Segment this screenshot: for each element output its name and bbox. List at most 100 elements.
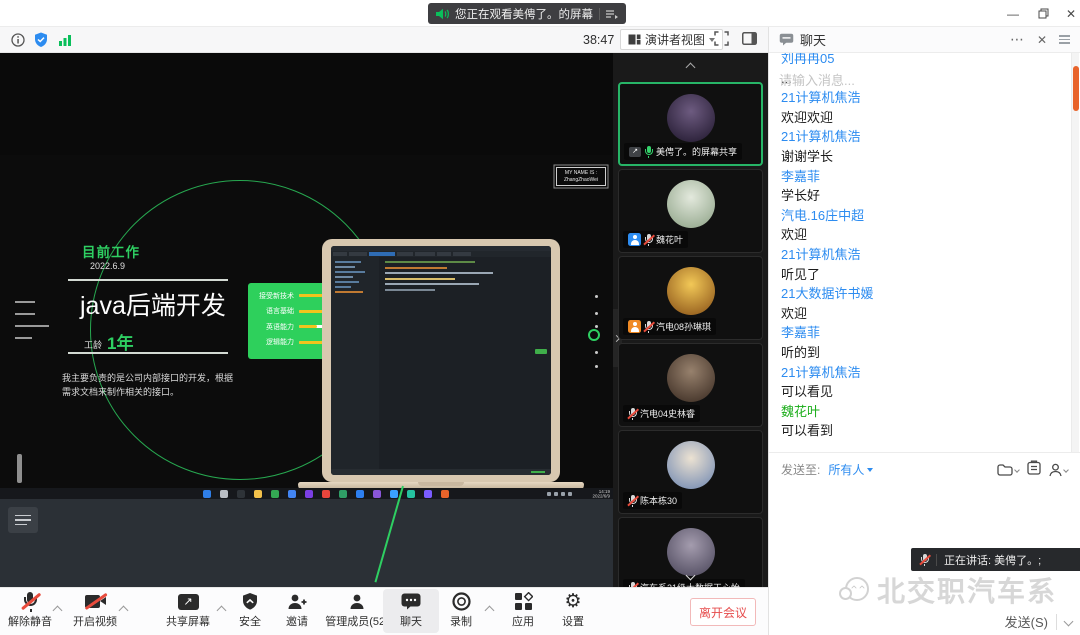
participant-name: 汽电04史林睿 — [640, 407, 695, 420]
remote-app-icon — [254, 490, 262, 498]
view-mode-select[interactable]: 演讲者视图 — [620, 29, 723, 50]
info-icon — [11, 33, 25, 47]
gear-icon: ⚙ — [564, 592, 581, 611]
chat-message: 魏花叶 可以看到 — [781, 402, 1069, 441]
remote-app-icon — [356, 490, 364, 498]
chevron-down-icon — [1063, 467, 1069, 473]
ide-screenshot — [331, 246, 551, 475]
remote-app-icon — [373, 490, 381, 498]
send-button[interactable]: 发送(S) — [1005, 612, 1048, 631]
send-options-chevron[interactable] — [1064, 617, 1074, 627]
chat-message: 21计算机焦浩 谢谢学长 — [781, 127, 1069, 166]
message-sender: 李嘉菲 — [781, 323, 1069, 343]
layout-toggle-button[interactable] — [742, 32, 757, 50]
chat-menu-icon[interactable] — [1059, 33, 1070, 46]
chat-close-button[interactable]: ✕ — [1037, 33, 1047, 47]
chat-message-list[interactable]: 刘冉冉05 ... 21计算机焦浩 欢迎欢迎 21计算机焦浩 谢谢学长 — [769, 53, 1069, 452]
slide-deco-line — [15, 337, 32, 339]
remote-taskbar: 14:19 2022/6/9 — [0, 488, 613, 499]
private-chat-button[interactable] — [1049, 463, 1068, 477]
remote-app-icon — [407, 490, 415, 498]
message-sender: 刘冉冉05 — [781, 53, 1069, 69]
chat-scrollbar-track[interactable] — [1071, 53, 1079, 452]
chat-button[interactable]: 聊天 — [383, 589, 439, 633]
message-sender: 21计算机焦浩 — [781, 88, 1069, 108]
slide-list-button[interactable] — [8, 507, 38, 533]
scroll-participants-down-button[interactable] — [671, 568, 711, 582]
participant-tile[interactable]: 汽电08孙琳琪 — [618, 256, 763, 340]
mic-muted-icon — [644, 321, 653, 333]
slide-scrollbar — [17, 454, 22, 483]
slide-nav-dot — [595, 365, 598, 368]
person-icon — [1049, 463, 1062, 477]
share-screen-button[interactable]: 共享屏幕 — [160, 591, 216, 629]
banner-menu-icon[interactable] — [606, 9, 618, 19]
close-button[interactable]: ✕ — [1058, 5, 1080, 22]
message-sender: 魏花叶 — [781, 402, 1069, 422]
skill-label: 逻辑能力 — [254, 337, 294, 347]
participant-tile-sharer[interactable]: 美俜了。的屏幕共享 — [618, 82, 763, 166]
record-icon — [452, 592, 471, 611]
unmute-button[interactable]: 解除静音 — [2, 591, 58, 629]
remote-app-icon — [220, 490, 228, 498]
security-status-button[interactable] — [32, 32, 50, 48]
participant-tile[interactable]: 陈本栋30 — [618, 430, 763, 514]
avatar — [667, 94, 715, 142]
apps-button[interactable]: 应用 — [495, 591, 551, 629]
shield-check-icon — [34, 32, 48, 48]
minimize-button[interactable]: — — [1000, 5, 1026, 22]
network-status-button[interactable] — [56, 32, 74, 48]
tenure-value: 1年 — [107, 329, 133, 354]
send-row: 发送(S) — [1005, 612, 1072, 631]
participant-tile[interactable]: 魏花叶 — [618, 169, 763, 253]
meeting-info-button[interactable] — [9, 32, 27, 48]
participant-strip: 美俜了。的屏幕共享 魏花叶 汽电08孙琳琪 汽电04史林睿 — [613, 53, 768, 587]
slide-description: 我主要负责的是公司内部接口的开发，根据需求文档来制作相关的接口。 — [62, 371, 240, 399]
start-video-button[interactable]: 开启视频 — [67, 591, 123, 629]
skill-label: 接受新技术 — [254, 291, 294, 301]
watermark-text: 北交职汽车系 — [877, 570, 1057, 610]
speaker-view-icon — [628, 34, 641, 45]
audio-options-caret[interactable] — [54, 601, 64, 611]
meeting-window: 您正在观看美俜了。的屏幕 — ✕ 38:47 演讲者视图 — [0, 0, 1080, 635]
chat-scrollbar-thumb[interactable] — [1073, 66, 1079, 111]
share-letterbox — [0, 499, 613, 587]
send-divider — [1056, 614, 1057, 630]
send-to-dropdown[interactable]: 所有人 — [828, 461, 873, 478]
leave-meeting-button[interactable]: 离开会议 — [690, 598, 756, 626]
collapse-strip-button[interactable] — [671, 59, 711, 75]
slide-deco-line — [15, 301, 35, 303]
file-button[interactable] — [997, 463, 1019, 477]
participant-name: 汽电08孙琳琪 — [656, 320, 711, 333]
settings-button[interactable]: ⚙ 设置 — [545, 591, 601, 629]
video-options-caret[interactable] — [120, 601, 130, 611]
name-badge-line2: ZhangZhaoWei — [558, 177, 604, 184]
announcement-button[interactable] — [1027, 460, 1041, 480]
slide-tenure: 工龄 1年 — [84, 329, 133, 354]
meeting-toolbar: 38:47 演讲者视图 — [0, 27, 768, 53]
mic-muted-icon — [628, 495, 637, 507]
restore-button[interactable] — [1030, 5, 1056, 22]
chat-input[interactable] — [779, 73, 1059, 88]
message-sender: 21计算机焦浩 — [781, 245, 1069, 265]
slide-deco-line — [15, 313, 35, 315]
watching-screen-banner[interactable]: 您正在观看美俜了。的屏幕 — [428, 3, 626, 24]
remote-app-icon — [322, 490, 330, 498]
chat-message: 21计算机焦浩 可以看见 — [781, 363, 1069, 402]
remote-clock: 14:19 2022/6/9 — [592, 489, 610, 498]
chat-more-button[interactable]: ⋯ — [1010, 31, 1025, 48]
remote-app-icon — [237, 490, 245, 498]
shared-slide: 目前工作 2022.6.9 java后端开发 工龄 1年 我主要负责的是公司内部… — [0, 155, 613, 488]
slide-nav-dot — [595, 325, 598, 328]
participant-name: 美俜了。的屏幕共享 — [656, 145, 737, 158]
participant-tile[interactable]: 汽电04史林睿 — [618, 343, 763, 427]
speaker-icon — [436, 8, 449, 20]
chat-message: 21计算机焦浩 欢迎欢迎 — [781, 88, 1069, 127]
participant-name-chip: 汽电04史林睿 — [623, 405, 700, 422]
chat-bubble-icon — [779, 33, 794, 46]
record-button[interactable]: 录制 — [433, 591, 489, 629]
chat-icon — [401, 593, 421, 610]
slide-divider — [68, 279, 228, 281]
message-text: 欢迎 — [781, 304, 1069, 324]
fullscreen-button[interactable] — [714, 31, 729, 51]
